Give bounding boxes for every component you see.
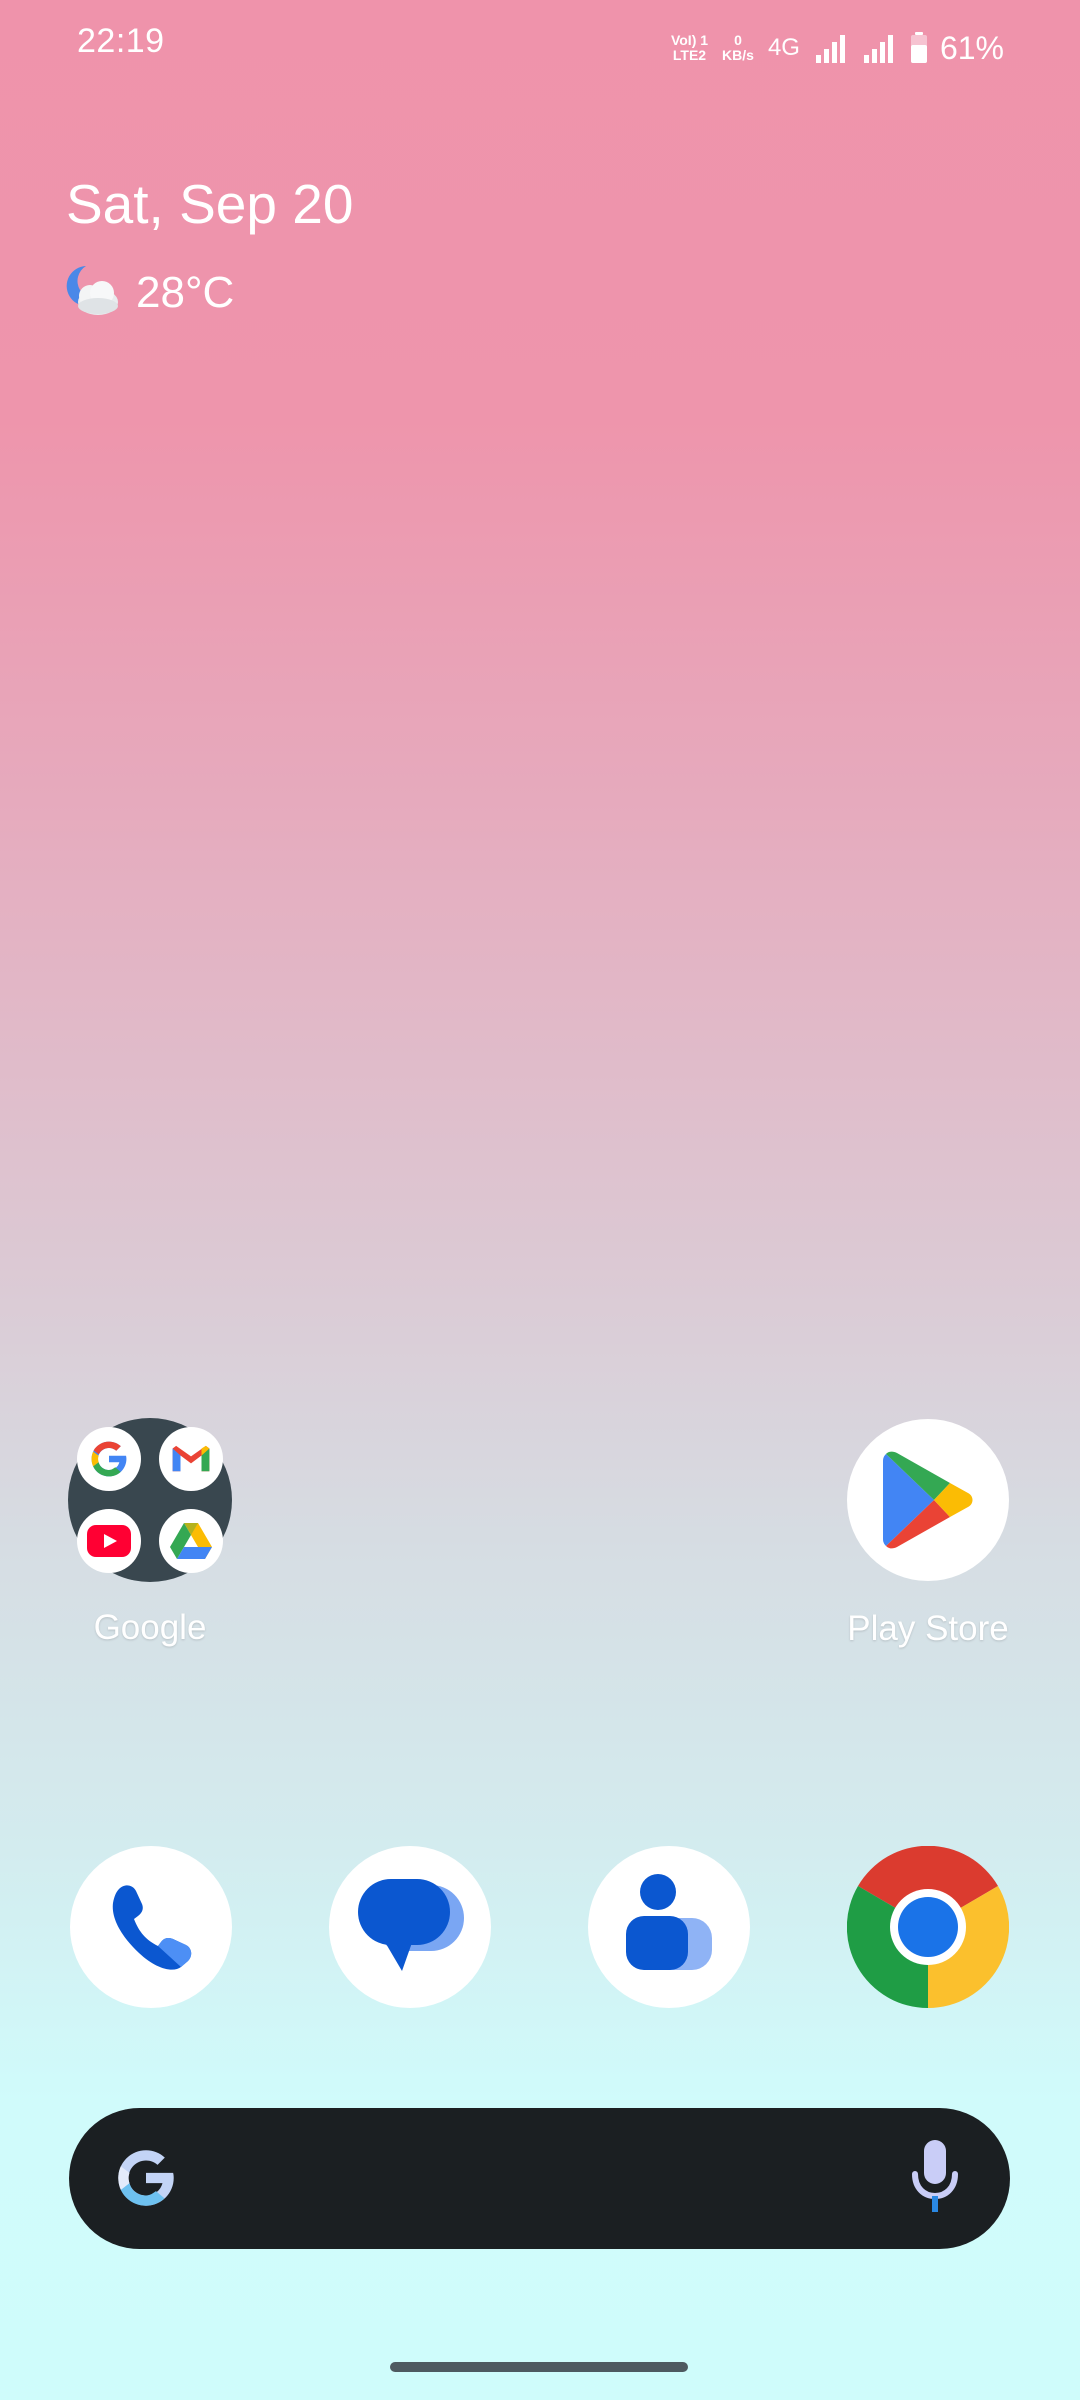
chrome-app[interactable] (846, 1845, 1010, 2009)
youtube-icon (77, 1509, 141, 1573)
network-speed: 0 KB/s (722, 32, 754, 63)
play-store-label: Play Store (847, 1609, 1009, 1648)
google-search-icon (77, 1427, 141, 1491)
navigation-handle[interactable] (390, 2362, 688, 2372)
google-g-icon (111, 2143, 181, 2218)
status-bar: 22:19 VoI) 1 LTE2 0 KB/s 4G 61% (0, 0, 1080, 92)
volte-indicator: VoI) 1 LTE2 (670, 32, 709, 63)
google-search-bar[interactable] (69, 2108, 1010, 2249)
microphone-icon[interactable] (907, 2136, 963, 2227)
messages-app[interactable] (329, 1846, 491, 2008)
network-type: 4G (767, 34, 800, 61)
phone-icon (103, 1877, 199, 1978)
google-folder[interactable]: Google (68, 1418, 232, 1647)
partly-cloudy-night-icon (64, 262, 120, 323)
google-folder-label: Google (93, 1608, 207, 1647)
temperature: 28°C (136, 267, 235, 317)
signal-sim2-icon (862, 33, 896, 63)
google-drive-icon (159, 1509, 223, 1573)
status-time: 22:19 (77, 22, 165, 60)
messages-icon (352, 1867, 468, 1988)
status-icons: VoI) 1 LTE2 0 KB/s 4G 61% (671, 18, 1080, 78)
chrome-icon (846, 1845, 1010, 2012)
play-store-icon (847, 1419, 1009, 1581)
weather-widget[interactable]: 28°C (64, 262, 234, 323)
contacts-app[interactable] (588, 1846, 750, 2008)
gmail-icon (159, 1427, 223, 1491)
battery-icon (910, 32, 928, 64)
date-widget[interactable]: Sat, Sep 20 (66, 172, 353, 236)
play-store-app[interactable]: Play Store (847, 1419, 1009, 1648)
battery-percent: 61% (939, 29, 1004, 66)
google-folder-icon (68, 1418, 232, 1582)
contacts-icon (614, 1870, 724, 1985)
phone-app[interactable] (70, 1846, 232, 2008)
signal-sim1-icon (814, 33, 848, 63)
